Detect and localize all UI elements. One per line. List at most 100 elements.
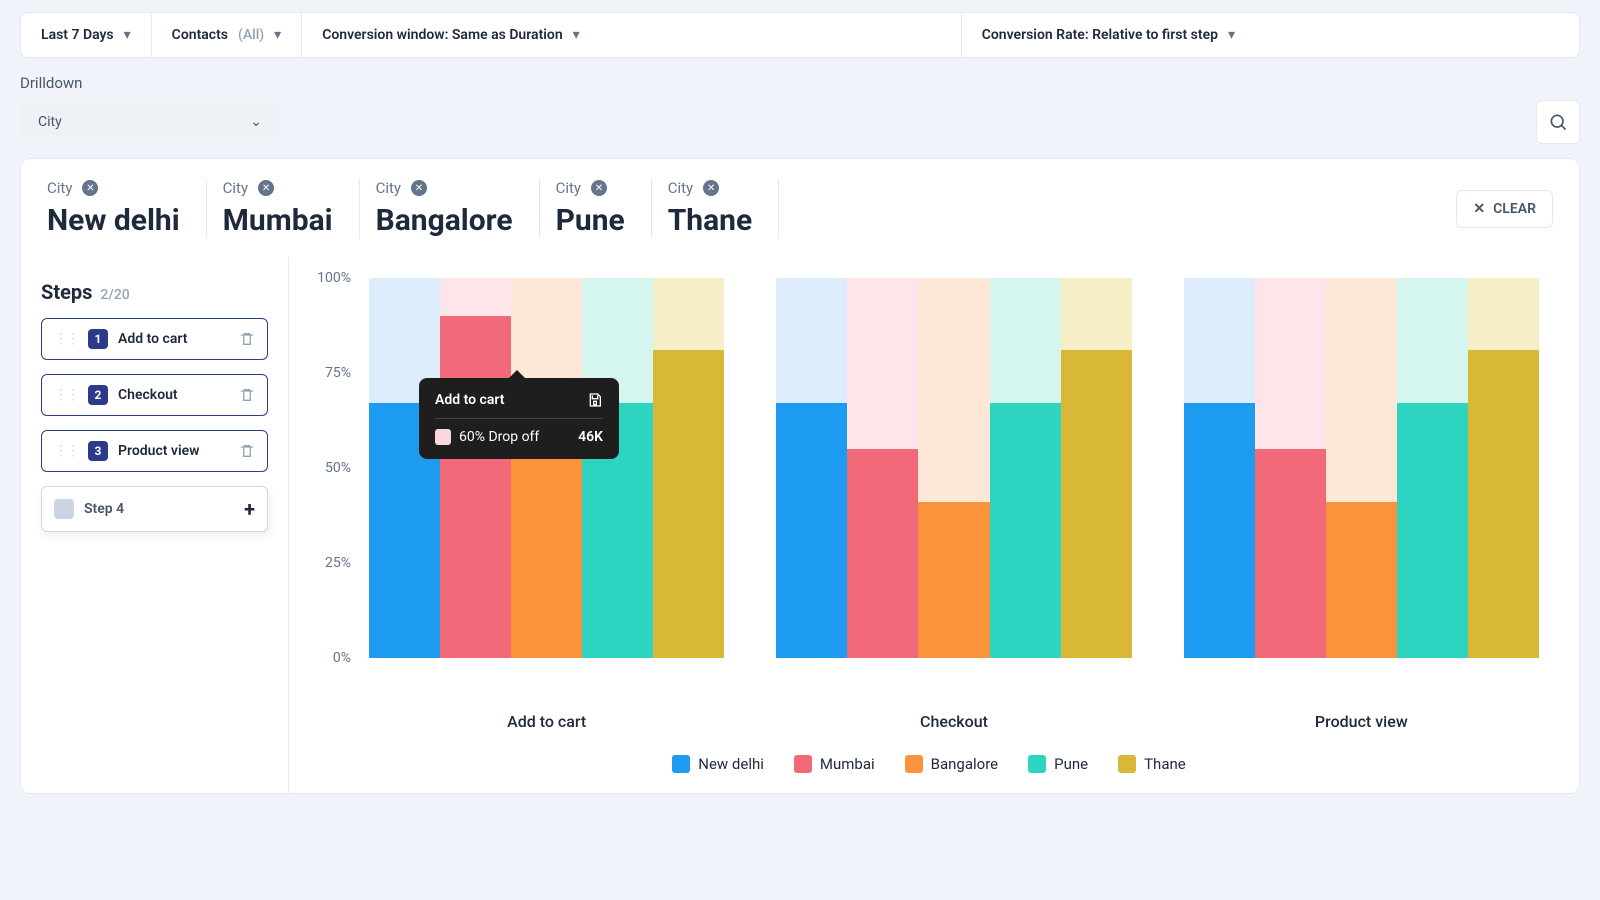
chip-dim: City <box>47 179 72 197</box>
bar[interactable] <box>1326 278 1397 658</box>
steps-title: Steps <box>41 280 92 304</box>
chip-dim: City <box>376 179 401 197</box>
bar[interactable] <box>776 278 847 658</box>
y-tick: 25% <box>325 555 351 571</box>
filter-cw-label: Conversion window: Same as Duration <box>322 27 562 43</box>
trash-icon[interactable] <box>239 331 255 347</box>
filter-contacts[interactable]: Contacts (All) ▾ <box>152 13 303 57</box>
step-card-add[interactable]: Step 4 + <box>41 486 268 532</box>
legend-item[interactable]: Thane <box>1118 755 1186 773</box>
chip-dim: City <box>223 179 248 197</box>
filter-conversion-window[interactable]: Conversion window: Same as Duration ▾ <box>302 13 962 57</box>
drag-handle-icon[interactable]: ⋮⋮ <box>54 387 78 403</box>
legend-label: Thane <box>1144 755 1186 773</box>
chevron-down-icon: ▾ <box>1228 27 1235 43</box>
y-tick: 50% <box>325 460 351 476</box>
steps-count: 2/20 <box>100 287 129 303</box>
save-icon[interactable] <box>587 392 603 408</box>
bar[interactable] <box>847 278 918 658</box>
close-icon[interactable]: ✕ <box>258 180 274 196</box>
bar[interactable] <box>369 278 440 658</box>
legend-item[interactable]: Mumbai <box>794 755 875 773</box>
close-icon[interactable]: ✕ <box>411 180 427 196</box>
chevron-down-icon: ▾ <box>573 27 580 43</box>
chip-new-delhi: City ✕ New delhi <box>47 179 207 238</box>
filter-conversion-rate[interactable]: Conversion Rate: Relative to first step … <box>962 13 1579 57</box>
close-icon[interactable]: ✕ <box>82 180 98 196</box>
filters-bar: Last 7 Days ▾ Contacts (All) ▾ Conversio… <box>20 12 1580 58</box>
step-card-1[interactable]: ⋮⋮ 1 Add to cart <box>41 318 268 360</box>
legend-label: Bangalore <box>931 755 998 773</box>
step-number: 1 <box>88 329 108 349</box>
chevron-down-icon: ⌄ <box>250 114 262 130</box>
drilldown-select[interactable]: City ⌄ <box>20 102 280 142</box>
tooltip-value: 46K <box>578 429 603 445</box>
legend-swatch <box>905 755 923 773</box>
funnel-chart: 0%25%50%75%100% Add to cart 60% Drop off… <box>359 278 1549 698</box>
step-add-label: Step 4 <box>84 501 234 517</box>
legend-item[interactable]: Pune <box>1028 755 1088 773</box>
bar[interactable] <box>918 278 989 658</box>
bar-group <box>776 278 1131 658</box>
trash-icon[interactable] <box>239 387 255 403</box>
chip-value: Bangalore <box>376 203 513 238</box>
y-tick: 0% <box>333 650 351 666</box>
chart-area: 0%25%50%75%100% Add to cart 60% Drop off… <box>289 258 1579 793</box>
legend-label: Mumbai <box>820 755 875 773</box>
drag-handle-icon[interactable]: ⋮⋮ <box>54 331 78 347</box>
bar[interactable] <box>1061 278 1132 658</box>
legend-swatch <box>672 755 690 773</box>
bar[interactable] <box>440 278 511 658</box>
bar[interactable] <box>990 278 1061 658</box>
step-card-3[interactable]: ⋮⋮ 3 Product view <box>41 430 268 472</box>
filter-cr-label: Conversion Rate: Relative to first step <box>982 27 1218 43</box>
filter-contacts-scope: (All) <box>238 27 264 43</box>
trash-icon[interactable] <box>239 443 255 459</box>
filter-date-label: Last 7 Days <box>41 27 114 43</box>
step-number: 2 <box>88 385 108 405</box>
clear-button[interactable]: ✕ CLEAR <box>1456 190 1553 228</box>
drag-handle-icon[interactable]: ⋮⋮ <box>54 443 78 459</box>
bar[interactable] <box>653 278 724 658</box>
step-number: 3 <box>88 441 108 461</box>
chip-value: New delhi <box>47 203 180 238</box>
chip-value: Pune <box>556 203 625 238</box>
legend-swatch <box>794 755 812 773</box>
step-label: Checkout <box>118 387 229 403</box>
bar[interactable] <box>1255 278 1326 658</box>
drilldown-value: City <box>38 114 62 130</box>
filter-contacts-label: Contacts <box>172 27 228 43</box>
tooltip-line: 60% Drop off <box>459 429 539 445</box>
legend-swatch <box>1028 755 1046 773</box>
chip-value: Mumbai <box>223 203 333 238</box>
bar[interactable] <box>1397 278 1468 658</box>
filter-date-range[interactable]: Last 7 Days ▾ <box>21 13 152 57</box>
chart-legend: New delhi Mumbai Bangalore Pune Thane <box>309 755 1549 773</box>
bar[interactable] <box>1184 278 1255 658</box>
x-label: Add to cart <box>369 712 724 731</box>
chip-dim: City <box>668 179 693 197</box>
legend-item[interactable]: Bangalore <box>905 755 998 773</box>
step-card-2[interactable]: ⋮⋮ 2 Checkout <box>41 374 268 416</box>
step-placeholder-icon <box>54 499 74 519</box>
main-panel: City ✕ New delhi City ✕ Mumbai City ✕ Banga… <box>20 158 1580 794</box>
bar[interactable] <box>1468 278 1539 658</box>
search-button[interactable] <box>1536 100 1580 144</box>
steps-pane: Steps 2/20 ⋮⋮ 1 Add to cart ⋮⋮ 2 Checkou… <box>21 258 289 793</box>
close-icon[interactable]: ✕ <box>591 180 607 196</box>
chip-value: Thane <box>668 203 752 238</box>
step-label: Product view <box>118 443 229 459</box>
legend-item[interactable]: New delhi <box>672 755 764 773</box>
chart-tooltip: Add to cart 60% Drop off 46K <box>419 378 619 459</box>
drilldown-chips: City ✕ New delhi City ✕ Mumbai City ✕ Banga… <box>21 159 1579 258</box>
bar-group <box>1184 278 1539 658</box>
y-tick: 75% <box>325 365 351 381</box>
close-icon[interactable]: ✕ <box>703 180 719 196</box>
chip-pune: City✕ Pune <box>556 179 652 238</box>
search-icon <box>1548 112 1568 132</box>
bar[interactable] <box>511 278 582 658</box>
chip-bangalore: City ✕ Bangalore <box>376 179 540 238</box>
bar[interactable] <box>582 278 653 658</box>
chip-thane: City ✕ Thane <box>668 179 779 238</box>
x-label: Checkout <box>776 712 1131 731</box>
